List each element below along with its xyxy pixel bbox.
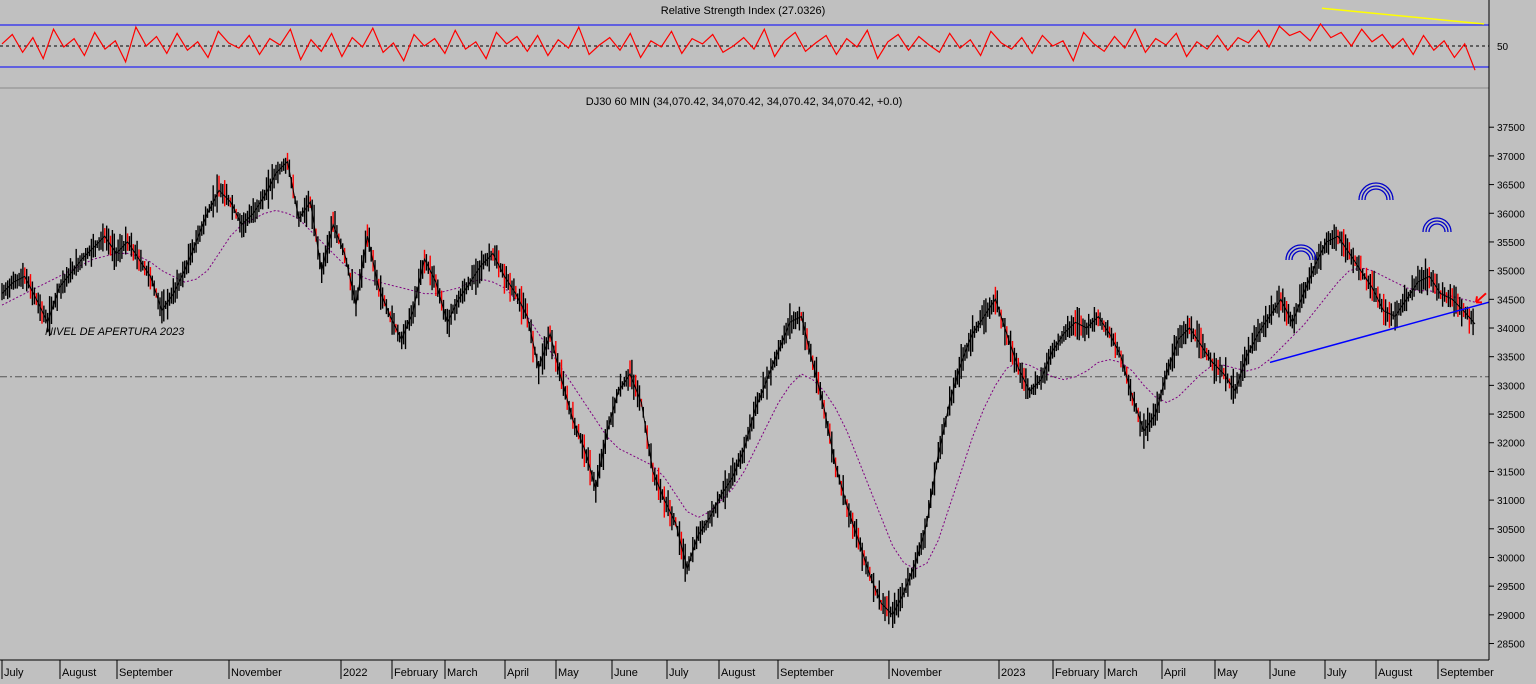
price-close-line [1,160,1476,616]
y-tick-label: 37500 [1497,123,1525,134]
x-tick-label: August [1378,667,1412,679]
head-arc [1364,188,1388,201]
y-tick-label: 34000 [1497,324,1525,335]
right-shoulder-arc [1422,217,1452,233]
x-tick-label: 2023 [1001,667,1025,679]
time-x-axis: July August September November 2022 February M… [0,659,1494,679]
y-tick-label: 33500 [1497,353,1525,364]
x-tick-label: May [1217,667,1238,679]
trading-chart: Relative Strength Index (27.0326) 50 DJ3… [0,0,1536,679]
x-tick-label: June [614,667,638,679]
y-tick-label: 28500 [1497,640,1525,651]
y-tick-label: 30000 [1497,553,1525,564]
x-tick-label: February [394,667,439,679]
x-tick-label: June [1272,667,1296,679]
head-arc [1361,185,1391,201]
x-tick-label: July [4,667,24,679]
x-tick-label: August [62,667,96,679]
x-tick-label: September [119,667,173,679]
y-tick-label: 29500 [1497,582,1525,593]
price-panel: DJ30 60 MIN (34,070.42, 34,070.42, 34,07… [0,96,1490,628]
opening-level-label: NIVEL DE APERTURA 2023 [45,326,185,338]
right-shoulder-arc [1428,223,1446,233]
rsi-axis-label-50: 50 [1497,42,1509,53]
x-tick-label: April [1164,667,1186,679]
x-tick-label: August [721,667,755,679]
x-tick-label: April [507,667,529,679]
price-y-axis: 28500 29000 29500 30000 30500 31000 31500 32000… [1488,0,1525,660]
y-tick-label: 30500 [1497,525,1525,536]
moving-average-line [1,209,1476,570]
x-tick-label: September [780,667,834,679]
y-tick-label: 36500 [1497,181,1525,192]
x-tick-label: November [231,667,282,679]
x-tick-label: May [558,667,579,679]
rsi-title: Relative Strength Index (27.0326) [661,5,826,17]
x-tick-label: February [1055,667,1100,679]
y-tick-label: 31000 [1497,496,1525,507]
x-tick-label: July [1327,667,1347,679]
support-trendline [1269,301,1490,364]
y-tick-label: 29000 [1497,611,1525,622]
y-tick-label: 34500 [1497,295,1525,306]
x-tick-label: November [891,667,942,679]
price-title: DJ30 60 MIN (34,070.42, 34,070.42, 34,07… [586,96,902,108]
x-tick-label: March [447,667,478,679]
left-shoulder-arc [1291,250,1311,261]
y-tick-label: 36000 [1497,209,1525,220]
x-tick-label: July [669,667,689,679]
x-tick-label: 2022 [343,667,367,679]
y-tick-label: 35500 [1497,238,1525,249]
y-tick-label: 32500 [1497,410,1525,421]
y-tick-label: 37000 [1497,152,1525,163]
y-tick-label: 31500 [1497,467,1525,478]
x-tick-label: March [1107,667,1138,679]
x-tick-label: September [1440,667,1494,679]
breakdown-arrow [1475,292,1487,304]
y-tick-label: 32000 [1497,439,1525,450]
left-shoulder-arc [1285,244,1317,261]
rsi-panel: Relative Strength Index (27.0326) 50 [0,0,1509,88]
y-tick-label: 33000 [1497,381,1525,392]
y-tick-label: 35000 [1497,267,1525,278]
chart-svg: Relative Strength Index (27.0326) 50 DJ3… [0,0,1525,679]
